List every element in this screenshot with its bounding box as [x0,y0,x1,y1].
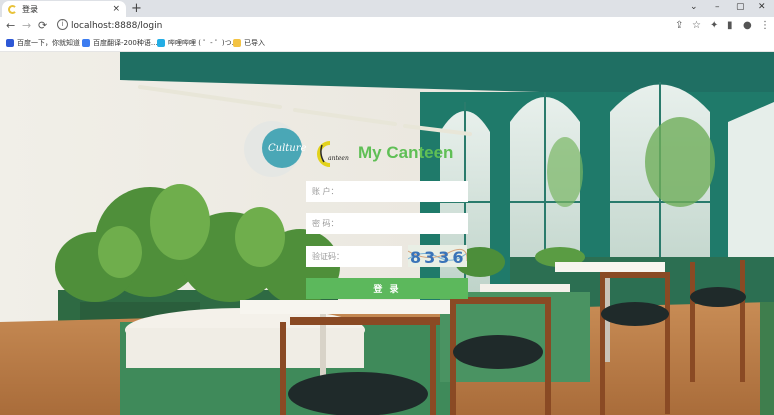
bookmark-label: 已导入 [244,39,265,47]
maximize-button[interactable]: ▢ [736,2,745,12]
tab-favicon-icon [8,4,17,14]
extensions-icon[interactable]: ✦ [710,20,718,31]
reload-icon[interactable]: ⟳ [38,19,47,32]
address-url[interactable]: localhost:8888/login [71,21,162,31]
minimize-button[interactable]: – [715,2,720,12]
bookmark-label: 哔哩哔哩 ( ゜- ゜)つ... [168,39,239,47]
bookmark-baidu[interactable]: 百度一下，你就知道 [6,38,80,48]
sign-text: Culture [268,143,307,154]
captcha-image[interactable]: 8336 [408,245,467,267]
bookmark-baidu-translate[interactable]: 百度翻译-200种语... [82,38,158,48]
browser-tab[interactable]: 登录 × [2,1,126,17]
baidu-paw-icon [6,39,14,47]
password-input[interactable]: 密 码： [306,213,468,234]
account-input[interactable]: 账 户： [306,181,468,202]
side-panel-icon[interactable]: ▮ [727,20,733,31]
bookmark-label: 百度翻译-200种语... [93,39,158,47]
close-window-button[interactable]: ✕ [758,2,766,12]
tab-title: 登录 [22,4,38,14]
back-arrow-icon[interactable]: ← [6,19,15,32]
translate-icon [82,39,90,47]
share-icon[interactable]: ⇪ [675,20,683,31]
bookmark-label: 百度一下，你就知道 [17,39,80,47]
address-bar[interactable]: i localhost:8888/login [53,18,743,35]
tab-strip: 登录 × + ⌄ – ▢ ✕ [0,0,774,17]
forward-arrow-icon[interactable]: → [22,19,31,32]
canteen-logo-icon: anteen [316,139,352,167]
bookmarks-bar: 百度一下，你就知道 百度翻译-200种语... 哔哩哔哩 ( ゜- ゜)つ...… [0,36,774,52]
tab-search-icon[interactable]: ⌄ [690,2,698,12]
folder-icon [233,39,241,47]
logo-text: anteen [328,155,349,162]
profile-icon[interactable]: ● [743,20,752,31]
info-icon[interactable]: i [57,19,68,30]
menu-icon[interactable]: ⋮ [760,20,770,31]
captcha-text: 8336 [410,248,467,267]
brand-header: anteen My Canteen [316,138,453,168]
bookmark-bilibili[interactable]: 哔哩哔哩 ( ゜- ゜)つ... [157,38,238,48]
browser-toolbar: ← → ⟳ i localhost:8888/login ⇪ ☆ ✦ ▮ ● ⋮ [0,17,774,36]
captcha-input[interactable]: 验证码： [306,246,402,267]
bilibili-tv-icon [157,39,165,47]
brand-title: My Canteen [358,143,454,162]
tab-close-icon[interactable]: × [112,4,120,14]
new-tab-button[interactable]: + [131,1,142,16]
login-button[interactable]: 登 录 [306,278,468,299]
bookmark-imported[interactable]: 已导入 [233,38,265,48]
bookmark-star-icon[interactable]: ☆ [692,20,701,31]
